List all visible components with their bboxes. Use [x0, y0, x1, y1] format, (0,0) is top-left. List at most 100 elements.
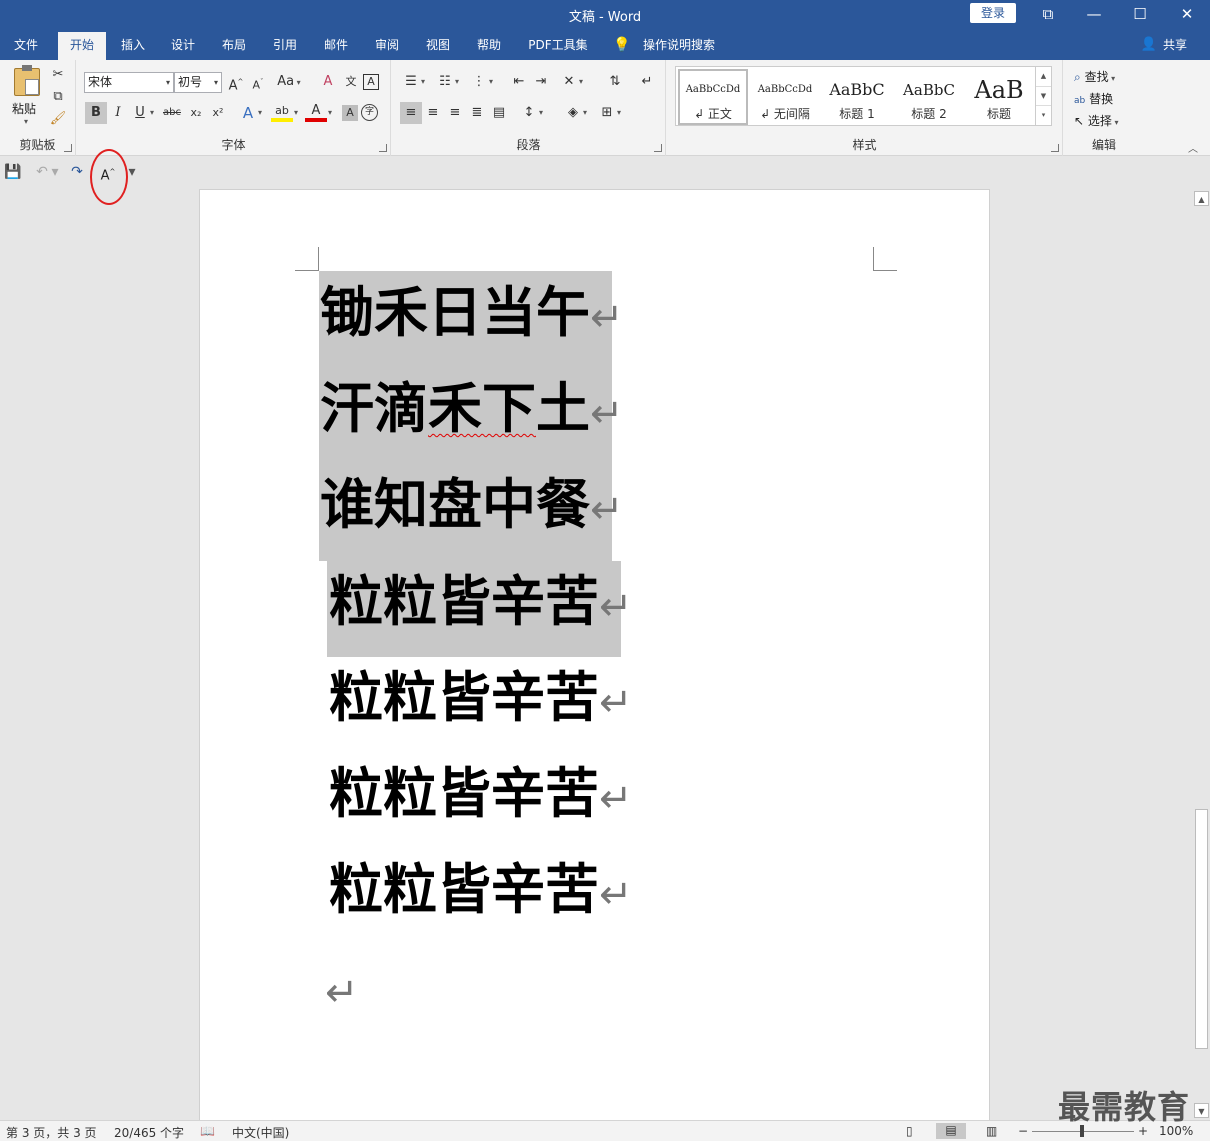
copy-icon[interactable]: ⧉ — [47, 86, 69, 108]
strikethrough-button[interactable]: abc — [161, 102, 183, 124]
justify-icon[interactable]: ≣ — [466, 102, 488, 124]
tab-pdf-tools[interactable]: PDF工具集 — [522, 30, 594, 60]
document-line[interactable]: 粒粒皆辛苦↵ — [329, 667, 633, 733]
character-shading-icon[interactable]: A — [342, 105, 358, 121]
web-layout-icon[interactable]: ▥ — [986, 1124, 997, 1138]
tab-layout[interactable]: 布局 — [213, 30, 255, 60]
chevron-up-icon[interactable]: ▲ — [1036, 67, 1051, 86]
bullets-dropdown-icon[interactable]: ▾ — [418, 71, 428, 93]
font-size-select[interactable]: 初号 ▾ — [174, 72, 222, 93]
more-styles-icon[interactable]: ▾ — [1036, 105, 1051, 124]
phonetic-guide-icon[interactable]: 文 — [340, 71, 362, 93]
line-spacing-dropdown-icon[interactable]: ▾ — [536, 102, 546, 124]
document-line[interactable]: 粒粒皆辛苦↵ — [329, 571, 633, 637]
highlight-icon[interactable]: ab — [271, 102, 293, 122]
superscript-button[interactable]: x² — [207, 102, 229, 124]
font-name-select[interactable]: 宋体 ▾ — [84, 72, 174, 93]
scroll-down-icon[interactable]: ▼ — [1194, 1103, 1209, 1118]
shading-dropdown-icon[interactable]: ▾ — [580, 102, 590, 124]
sort-icon[interactable]: ⇅ — [604, 71, 626, 93]
format-painter-icon[interactable]: 🖌 — [47, 108, 69, 130]
vertical-scrollbar[interactable]: ▲ ▼ — [1193, 189, 1210, 1120]
save-icon[interactable]: 💾 — [3, 162, 23, 182]
maximize-button[interactable]: ☐ — [1117, 0, 1163, 30]
shrink-font-icon[interactable]: Aˇ — [247, 71, 269, 93]
numbering-dropdown-icon[interactable]: ▾ — [452, 71, 462, 93]
clear-formatting-icon[interactable]: A — [317, 71, 339, 93]
style-title[interactable]: AaB 标题 — [966, 71, 1032, 127]
borders-dropdown-icon[interactable]: ▾ — [614, 102, 624, 124]
read-mode-icon[interactable]: ▯ — [906, 1124, 913, 1138]
show-marks-icon[interactable]: ↵ — [636, 71, 658, 93]
paragraph-launcher-icon[interactable] — [654, 144, 662, 152]
undo-dropdown-icon[interactable]: ▾ — [50, 162, 60, 182]
word-count[interactable]: 20/465 个字 — [114, 1124, 184, 1141]
document-line[interactable]: 谁知盘中餐↵ — [320, 474, 624, 540]
tab-mailings[interactable]: 邮件 — [315, 30, 357, 60]
highlight-dropdown-icon[interactable]: ▾ — [291, 102, 301, 124]
tab-insert[interactable]: 插入 — [112, 30, 154, 60]
increase-indent-icon[interactable]: ⇥ — [530, 71, 552, 93]
underline-dropdown-icon[interactable]: ▾ — [147, 102, 157, 124]
cut-icon[interactable]: ✂ — [47, 64, 69, 86]
style-heading-2[interactable]: AaBbC 标题 2 — [894, 71, 964, 127]
chevron-down-icon[interactable]: ▼ — [1036, 86, 1051, 105]
replace-button[interactable]: ab 替换 — [1074, 90, 1113, 107]
paste-button[interactable]: 粘贴 — [12, 100, 36, 117]
ribbon-display-icon[interactable]: ⧉ — [1025, 0, 1071, 30]
styles-launcher-icon[interactable] — [1051, 144, 1059, 152]
paste-dropdown-icon[interactable]: ▾ — [24, 117, 28, 126]
tab-view[interactable]: 视图 — [417, 30, 459, 60]
tab-home[interactable]: 开始 — [58, 32, 106, 60]
style-no-spacing[interactable]: AaBbCcDd ↲ 无间隔 — [750, 71, 820, 127]
multilevel-dropdown-icon[interactable]: ▾ — [486, 71, 496, 93]
style-heading-1[interactable]: AaBbC 标题 1 — [822, 71, 892, 127]
align-center-icon[interactable]: ≡ — [422, 102, 444, 124]
scroll-up-icon[interactable]: ▲ — [1194, 191, 1209, 206]
select-button[interactable]: ↖ 选择 ▾ — [1074, 112, 1118, 129]
language[interactable]: 中文(中国) — [232, 1124, 289, 1141]
subscript-button[interactable]: x₂ — [185, 102, 207, 124]
find-button[interactable]: ⌕ 查找 ▾ — [1074, 68, 1115, 85]
styles-scroll[interactable]: ▲ ▼ ▾ — [1035, 67, 1051, 125]
font-color-icon[interactable]: A — [305, 102, 327, 122]
enclose-characters-icon[interactable]: 字 — [361, 104, 378, 121]
proofing-icon[interactable]: 📖 — [200, 1124, 215, 1138]
print-layout-icon[interactable]: ▤ — [936, 1123, 966, 1139]
font-launcher-icon[interactable] — [379, 144, 387, 152]
change-case-icon[interactable]: Aa ▾ — [275, 71, 303, 93]
document-line[interactable]: 锄禾日当午↵ — [320, 282, 624, 348]
scroll-thumb[interactable] — [1195, 809, 1208, 1049]
tab-references[interactable]: 引用 — [264, 30, 306, 60]
login-button[interactable]: 登录 — [970, 3, 1016, 23]
empty-document-line[interactable]: ↵ — [325, 957, 359, 1023]
align-left-icon[interactable]: ≡ — [400, 102, 422, 124]
text-effects-dropdown-icon[interactable]: ▾ — [255, 102, 265, 124]
bold-button[interactable]: B — [85, 102, 107, 124]
page-count[interactable]: 第 3 页，共 3 页 — [6, 1124, 97, 1141]
minimize-button[interactable]: — — [1071, 0, 1117, 30]
document-line[interactable]: 粒粒皆辛苦↵ — [329, 763, 633, 829]
paste-icon[interactable] — [14, 65, 40, 96]
document-line[interactable]: 粒粒皆辛苦↵ — [329, 859, 633, 925]
document-line[interactable]: 汗滴禾下土↵ — [320, 378, 624, 444]
spelling-squiggle[interactable]: 禾下 — [428, 376, 536, 440]
tab-review[interactable]: 审阅 — [366, 30, 408, 60]
tab-help[interactable]: 帮助 — [468, 30, 510, 60]
collapse-ribbon-icon[interactable]: ︿ — [1188, 140, 1198, 155]
italic-button[interactable]: I — [107, 102, 129, 124]
redo-icon[interactable]: ↷ — [67, 162, 87, 182]
grow-font-icon[interactable]: A^ — [225, 71, 247, 93]
decrease-indent-icon[interactable]: ⇤ — [508, 71, 530, 93]
style-normal[interactable]: AaBbCcDd ↲ 正文 — [678, 69, 748, 125]
chinese-layout-dropdown-icon[interactable]: ▾ — [576, 71, 586, 93]
document-page[interactable]: 锄禾日当午↵ 汗滴禾下土↵ 谁知盘中餐↵ 粒粒皆辛苦↵ 粒粒皆辛苦↵ 粒粒皆辛苦… — [199, 189, 990, 1120]
align-right-icon[interactable]: ≡ — [444, 102, 466, 124]
tab-design[interactable]: 设计 — [162, 30, 204, 60]
zoom-out-icon[interactable]: − — [1018, 1124, 1028, 1138]
distributed-icon[interactable]: ▤ — [488, 102, 510, 124]
character-border-icon[interactable]: A — [363, 74, 379, 90]
share-button[interactable]: 共享 — [1158, 30, 1192, 60]
undo-icon[interactable]: ↶ — [32, 162, 52, 182]
tell-me-search[interactable]: 操作说明搜索 — [636, 30, 722, 60]
